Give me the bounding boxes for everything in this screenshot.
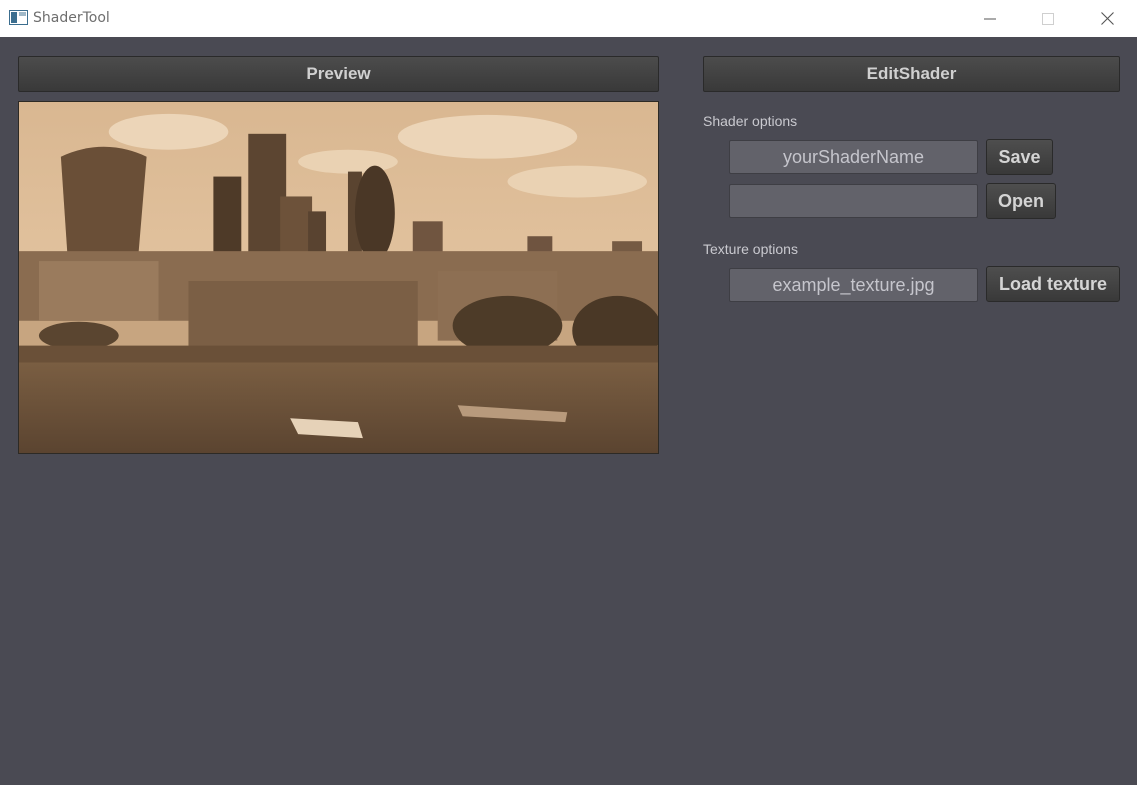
title-bar: ShaderTool xyxy=(0,0,1137,37)
save-button[interactable]: Save xyxy=(986,139,1053,175)
main-window-area: Preview EditShader Shader options yourSh… xyxy=(0,37,1137,785)
edit-shader-button[interactable]: EditShader xyxy=(703,56,1120,92)
window-title: ShaderTool xyxy=(33,10,110,26)
load-texture-button[interactable]: Load texture xyxy=(986,266,1120,302)
minimize-button[interactable] xyxy=(961,0,1019,37)
texture-options-label: Texture options xyxy=(703,241,798,257)
texture-file-input[interactable] xyxy=(729,268,978,302)
app-window-icon xyxy=(9,10,28,25)
shader-options-label: Shader options xyxy=(703,113,798,129)
preview-image xyxy=(18,101,659,454)
close-icon xyxy=(1100,12,1114,25)
minimize-icon xyxy=(984,18,996,19)
shader-name-input[interactable] xyxy=(729,140,978,174)
maximize-button[interactable] xyxy=(1019,0,1077,37)
open-button[interactable]: Open xyxy=(986,183,1056,219)
preview-button[interactable]: Preview xyxy=(18,56,659,92)
maximize-icon xyxy=(1042,12,1054,25)
shader-file-input[interactable] xyxy=(729,184,978,218)
close-button[interactable] xyxy=(1078,0,1136,37)
